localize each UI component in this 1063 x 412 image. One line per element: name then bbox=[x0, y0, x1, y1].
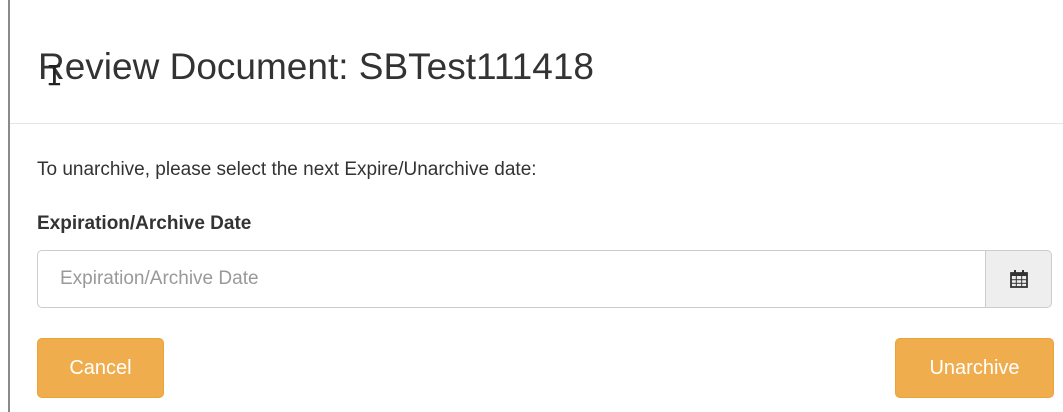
unarchive-instruction: To unarchive, please select the next Exp… bbox=[37, 159, 537, 180]
expiration-date-input-group bbox=[37, 250, 1052, 308]
unarchive-button[interactable]: Unarchive bbox=[895, 338, 1054, 398]
calendar-button[interactable] bbox=[985, 250, 1052, 308]
page: Review Document: SBTest111418 I To unarc… bbox=[0, 0, 1063, 412]
modal-header: Review Document: SBTest111418 I bbox=[10, 0, 1063, 124]
cancel-button[interactable]: Cancel bbox=[37, 338, 164, 398]
calendar-icon bbox=[1009, 270, 1028, 288]
review-document-modal: Review Document: SBTest111418 I To unarc… bbox=[10, 0, 1063, 412]
expiration-date-label: Expiration/Archive Date bbox=[37, 213, 252, 234]
text-cursor-icon: I bbox=[46, 59, 63, 92]
modal-title: Review Document: SBTest111418 bbox=[38, 46, 594, 87]
expiration-date-input[interactable] bbox=[37, 250, 985, 308]
